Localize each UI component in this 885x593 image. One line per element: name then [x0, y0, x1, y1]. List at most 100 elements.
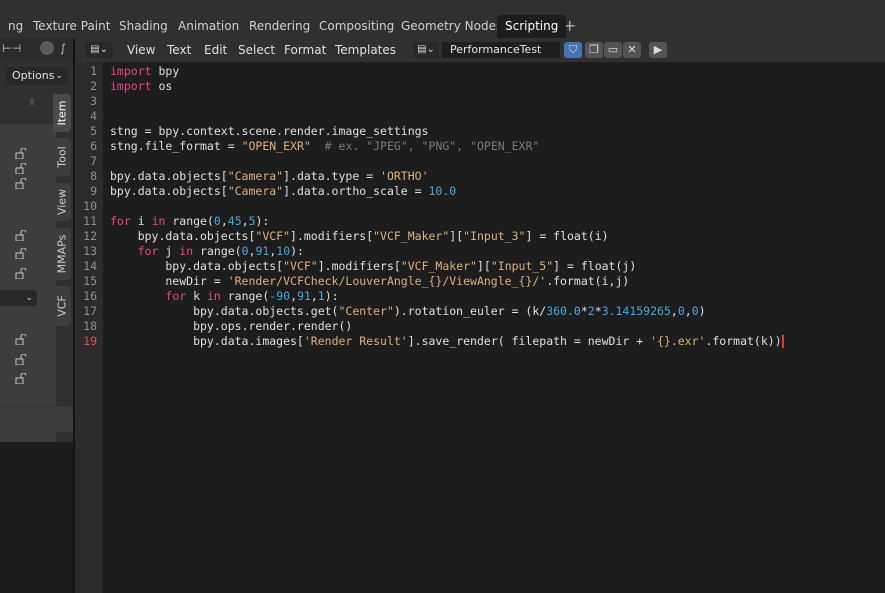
menu-text[interactable]: Text — [167, 38, 191, 62]
line-number: 9 — [90, 184, 97, 198]
workspace-tab-texture-paint[interactable]: Texture Paint — [25, 15, 118, 38]
line-number: 14 — [83, 259, 97, 273]
menu-templates[interactable]: Templates — [335, 38, 396, 62]
line-number: 19 — [83, 334, 97, 348]
lock-icon[interactable] — [15, 334, 27, 345]
line-number: 8 — [90, 169, 97, 183]
tab-label: View — [55, 188, 69, 216]
line-number: 10 — [83, 199, 97, 213]
shield-icon: ⛉ — [568, 43, 578, 56]
workspace-tab-geometry-nodes[interactable]: Geometry Nodes — [393, 15, 510, 38]
code-editor[interactable]: import bpy import os stng = bpy.context.sc… — [103, 62, 885, 593]
workspace-tab-compositing[interactable]: Compositing — [311, 15, 402, 38]
options-label: Options — [12, 69, 55, 82]
proportional-edit-icon[interactable] — [40, 41, 54, 55]
tab-tool[interactable]: Tool — [53, 138, 71, 176]
sidebar-dropdown[interactable]: ⌄ — [0, 290, 37, 306]
viewport-sidebar: ⊢⊣ ∫ Options ⌄ ⠿ ⌄ Item Tool View MMAPs … — [0, 38, 73, 593]
line-number: 13 — [83, 244, 97, 258]
code-line: bpy.data.objects["Camera"].data.type = '… — [110, 169, 429, 183]
line-number: 1 — [90, 64, 97, 78]
code-line: bpy.data.images['Render Result'].save_re… — [110, 334, 784, 348]
workspace-tab-animation[interactable]: Animation — [170, 15, 247, 38]
tab-vcf[interactable]: VCF — [53, 286, 71, 326]
code-line: bpy.data.objects.get("Center").rotation_… — [110, 304, 706, 318]
fake-user-button[interactable]: ⛉ — [564, 42, 582, 58]
line-number: 6 — [90, 139, 97, 153]
text-name-field[interactable]: PerformanceTest — [442, 42, 560, 58]
code-line: import bpy — [110, 64, 180, 78]
browse-text-button[interactable]: ▤⌄ — [413, 42, 439, 58]
play-icon: ▶ — [653, 43, 663, 56]
code-line: for j in range(0,91,10): — [137, 244, 304, 258]
close-icon: ✕ — [627, 43, 637, 56]
code-line: bpy.data.objects["Camera"].data.ortho_sc… — [110, 184, 457, 198]
tab-view[interactable]: View — [53, 183, 71, 221]
code-line: bpy.data.objects["VCF"].modifiers["VCF_M… — [110, 229, 609, 243]
open-text-button[interactable]: ▭ — [604, 42, 622, 58]
workspace-tab-shading[interactable]: Shading — [111, 15, 176, 38]
sidebar-properties-area — [0, 124, 56, 442]
tab-item[interactable]: Item — [53, 94, 71, 132]
line-number: 15 — [83, 274, 97, 288]
code-line: bpy.data.objects["VCF"].modifiers["VCF_M… — [110, 259, 637, 273]
line-number: 12 — [83, 229, 97, 243]
new-text-button[interactable]: ❐ — [585, 42, 603, 58]
tab-label: VCF — [55, 295, 69, 317]
code-line: bpy.ops.render.render() — [110, 319, 353, 333]
line-number: 2 — [90, 79, 97, 93]
line-number: 11 — [83, 214, 97, 228]
code-line: for i in range(0,45,5): — [110, 214, 270, 228]
chevron-down-icon: ⌄ — [55, 71, 63, 81]
transform-pivot-icon[interactable]: ⊢⊣ — [2, 42, 21, 56]
workspace-tab-rendering[interactable]: Rendering — [241, 15, 318, 38]
menu-view[interactable]: View — [127, 38, 155, 62]
tab-label: Item — [55, 100, 69, 126]
tab-label: Tool — [55, 146, 69, 168]
run-script-button[interactable]: ▶ — [649, 42, 667, 58]
line-number: 5 — [90, 124, 97, 138]
lock-icon[interactable] — [15, 148, 27, 159]
line-number: 7 — [90, 154, 97, 168]
duplicate-icon: ❐ — [589, 43, 599, 56]
code-line: import os — [110, 79, 173, 93]
viewport-header: ⊢⊣ ∫ — [0, 38, 73, 60]
line-number: 18 — [83, 319, 97, 333]
code-line: stng = bpy.context.scene.render.image_se… — [110, 124, 429, 138]
menu-format[interactable]: Format — [284, 38, 326, 62]
line-number-gutter: 1 2 3 4 5 6 7 8 9 10 11 12 13 14 15 16 17 18 19 — [75, 62, 103, 593]
lock-icon[interactable] — [15, 163, 27, 174]
tab-mmaps[interactable]: MMAPs — [53, 228, 71, 280]
menu-edit[interactable]: Edit — [204, 38, 227, 62]
menu-select[interactable]: Select — [238, 38, 275, 62]
editor-type-dropdown[interactable]: ▤⌄ — [85, 42, 113, 58]
code-line: stng.file_format = "OPEN_EXR" # ex. "JPE… — [110, 139, 540, 153]
line-number: 4 — [90, 109, 97, 123]
folder-icon: ▭ — [607, 43, 619, 56]
code-line: for k in range(-90,91,1): — [165, 289, 339, 303]
text-editor-icon: ▤⌄ — [90, 44, 108, 55]
lock-icon[interactable] — [15, 373, 27, 384]
workspace-tab-scripting[interactable]: Scripting — [497, 15, 567, 38]
falloff-curve-icon[interactable]: ∫ — [60, 42, 66, 56]
unlink-text-button[interactable]: ✕ — [623, 42, 641, 58]
lock-icon[interactable] — [15, 178, 27, 189]
tab-label: MMAPs — [55, 234, 69, 274]
line-number: 17 — [83, 304, 97, 318]
chevron-down-icon: ⌄ — [25, 293, 33, 303]
lock-icon[interactable] — [15, 248, 27, 259]
options-dropdown[interactable]: Options ⌄ — [6, 67, 68, 85]
lock-icon[interactable] — [15, 354, 27, 365]
timeline-area — [0, 442, 73, 593]
line-number: 3 — [90, 94, 97, 108]
lock-icon[interactable] — [15, 230, 27, 241]
drag-handle-icon[interactable]: ⠿ — [29, 98, 35, 107]
line-number: 16 — [83, 289, 97, 303]
text-editor-header: ▤⌄ View Text Edit Select Format Template… — [75, 38, 885, 62]
text-datablock-icon: ▤⌄ — [417, 44, 435, 55]
timeline-header — [0, 406, 73, 432]
workspace-bar: + ng Texture Paint Shading Animation Renderi… — [0, 0, 885, 38]
code-line: newDir = 'Render/VCFCheck/LouverAngle_{}… — [110, 274, 630, 288]
text-cursor — [781, 335, 784, 348]
lock-icon[interactable] — [15, 268, 27, 279]
